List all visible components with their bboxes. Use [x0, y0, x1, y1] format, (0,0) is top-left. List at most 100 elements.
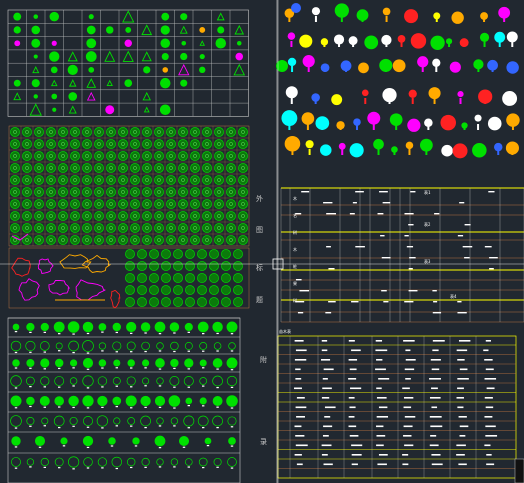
- tree-symbol: [94, 175, 104, 185]
- colored-plant-stem: [339, 124, 342, 130]
- plant-symbol: [67, 51, 78, 62]
- plant-symbol: [31, 25, 41, 35]
- tree-symbol: [82, 235, 92, 245]
- elevation-label: [86, 426, 90, 428]
- colored-plant-stem: [427, 124, 430, 130]
- plant-symbol-grid-top[interactable]: [7, 9, 249, 117]
- table-cell-mark: [402, 454, 409, 456]
- tree-symbol: [221, 273, 231, 283]
- elevation-label: [43, 331, 46, 333]
- elevation-symbol: [156, 458, 164, 466]
- elevation-label: [187, 386, 190, 388]
- tree-symbol: [58, 175, 68, 185]
- tree-symbol: [10, 199, 20, 209]
- colored-plant-stem: [400, 41, 403, 47]
- elevation-symbol: [40, 457, 49, 467]
- shrub-outline-cluster[interactable]: [11, 233, 121, 309]
- elevation-symbol: [198, 457, 208, 467]
- tree-symbol: [238, 187, 248, 197]
- colored-plant-stem: [345, 66, 348, 72]
- tree-symbol: [209, 285, 219, 295]
- tree-symbol: [34, 235, 44, 245]
- tree-symbol: [202, 151, 212, 161]
- side-label-3: 标: [256, 263, 263, 272]
- tree-symbol: [106, 211, 116, 221]
- colored-plant-stem: [291, 149, 294, 155]
- colored-plant-stem: [314, 98, 317, 104]
- tree-symbol: [22, 223, 32, 233]
- table-cell-mark: [295, 368, 301, 371]
- elevation-label: [14, 351, 18, 354]
- tree-symbol-grid-middle[interactable]: [8, 125, 250, 309]
- elevation-label: [86, 352, 90, 354]
- tree-symbol: [125, 261, 135, 271]
- elevation-symbol: [54, 376, 65, 386]
- table-cell-mark: [485, 435, 498, 437]
- elevation-symbol: [184, 358, 194, 368]
- tree-symbol: [10, 163, 20, 173]
- elevation-label: [230, 407, 234, 409]
- tree-symbol: [209, 261, 219, 271]
- cad-model-space[interactable]: 木名树木桩果树 外 图 标 题 附 录 表1 表2 表3 表4 苗木表: [0, 0, 524, 483]
- colored-plant-symbols[interactable]: [276, 3, 520, 159]
- tree-symbol: [173, 261, 183, 271]
- elevation-label: [110, 445, 114, 447]
- plant-symbol: [124, 39, 132, 47]
- tree-symbol: [94, 199, 104, 209]
- tree-symbol: [238, 199, 248, 209]
- plant-symbol: [180, 13, 188, 21]
- table-cell-mark: [376, 444, 384, 447]
- plant-schedule-table-upper[interactable]: 木名树木桩果树: [280, 187, 524, 323]
- elevation-label: [38, 446, 42, 448]
- plant-symbol: [159, 104, 171, 116]
- tree-symbol: [118, 235, 128, 245]
- tree-symbol: [178, 211, 188, 221]
- plant-symbol: [13, 79, 21, 87]
- elevation-symbol: [185, 397, 193, 405]
- tree-symbol: [118, 127, 128, 137]
- tree-symbol: [226, 235, 236, 245]
- plant-symbol: [160, 38, 171, 49]
- table-cell-mark: [403, 435, 412, 437]
- colored-plant-stem: [324, 66, 327, 72]
- table-cell-mark: [408, 290, 418, 292]
- tree-symbol: [10, 187, 20, 197]
- table-cell-mark: [294, 387, 302, 390]
- tree-symbol: [34, 163, 44, 173]
- elevation-label: [173, 367, 176, 370]
- elevation-symbol: [82, 340, 94, 352]
- plant-symbol: [88, 14, 94, 20]
- cad-drawing-canvas[interactable]: 木名树木桩果树 外 图 标 题 附 录 表1 表2 表3 表4 苗木表: [0, 0, 524, 483]
- table-cell-mark: [376, 397, 387, 399]
- tree-symbol: [106, 187, 116, 197]
- elevation-label: [202, 385, 205, 387]
- colored-plant-stem: [454, 66, 457, 72]
- plant-schedule-table-lower[interactable]: [277, 335, 517, 479]
- plant-elevation-strips[interactable]: [7, 317, 241, 483]
- table-cell-mark: [429, 378, 441, 380]
- tree-symbol: [214, 163, 224, 173]
- table-cell-mark: [431, 454, 441, 456]
- tree-symbol: [46, 163, 56, 173]
- tree-symbol: [214, 175, 224, 185]
- table-cell-mark: [321, 340, 328, 342]
- colored-plant-stem: [463, 124, 466, 130]
- table-cell-mark: [294, 340, 304, 342]
- tree-symbol: [58, 151, 68, 161]
- tree-symbol: [214, 223, 224, 233]
- elevation-label: [43, 386, 46, 388]
- colored-plant: [405, 141, 414, 150]
- elevation-symbol: [34, 435, 46, 447]
- tree-symbol: [226, 151, 236, 161]
- elevation-label: [58, 367, 61, 370]
- elevation-label: [158, 466, 162, 468]
- plant-symbol: [68, 105, 77, 114]
- tree-symbol: [190, 223, 200, 233]
- table-cell-text: 果: [293, 280, 297, 286]
- tree-symbol: [118, 187, 128, 197]
- plant-symbol: [141, 51, 152, 62]
- table-cell-mark: [297, 312, 304, 314]
- tree-symbol: [173, 297, 183, 307]
- plant-symbol: [31, 38, 41, 48]
- plant-symbol: [105, 105, 115, 115]
